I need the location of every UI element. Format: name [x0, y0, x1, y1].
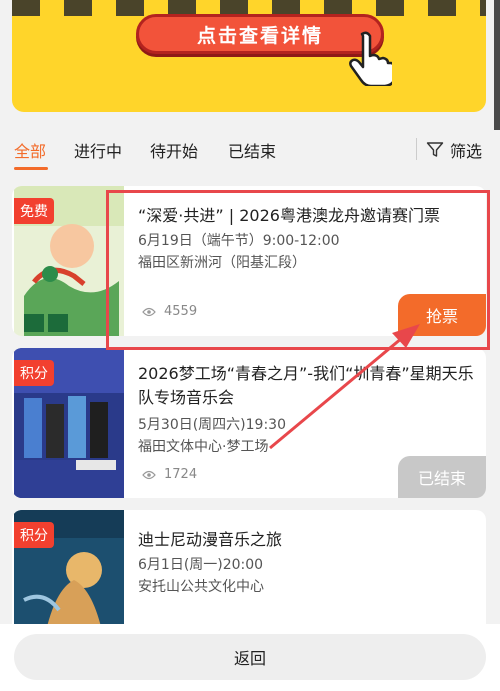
event-poster: 积分 [14, 348, 124, 498]
points-badge: 积分 [14, 360, 54, 386]
filter-button[interactable]: 筛选 [426, 138, 482, 162]
event-date: 5月30日(周四六)19:30 [138, 417, 286, 433]
back-button[interactable]: 返回 [14, 634, 486, 680]
filter-tabs: 全部 进行中 待开始 已结束 筛选 [0, 126, 500, 172]
filter-label: 筛选 [450, 142, 483, 161]
event-venue: 安托山公共文化中心 [138, 579, 264, 595]
event-date: 6月1日(周一)20:00 [138, 557, 264, 573]
ended-button: 已结束 [398, 456, 486, 498]
tab-all[interactable]: 全部 [14, 138, 46, 162]
funnel-icon [426, 142, 444, 157]
banner-edge [494, 0, 500, 130]
free-badge: 免费 [14, 198, 54, 224]
event-title[interactable]: 迪士尼动漫音乐之旅 [138, 528, 478, 552]
highlight-box [106, 190, 490, 350]
event-card[interactable]: 积分 2026梦工场“青春之月”-我们“圳青春”星期天乐队专场音乐会 5月30日… [12, 348, 486, 498]
tab-ongoing[interactable]: 进行中 [74, 138, 122, 162]
view-details-button[interactable]: 点击查看详情 [136, 14, 384, 54]
promo-banner[interactable]: 点击查看详情 [12, 0, 486, 112]
event-title[interactable]: 2026梦工场“青春之月”-我们“圳青春”星期天乐队专场音乐会 [138, 362, 478, 410]
tab-divider [416, 138, 417, 160]
tab-upcoming[interactable]: 待开始 [150, 138, 198, 162]
tab-ended[interactable]: 已结束 [228, 138, 276, 162]
event-venue: 福田文体中心·梦工场 [138, 439, 269, 455]
points-badge: 积分 [14, 522, 54, 548]
event-poster: 积分 [14, 510, 124, 640]
pointing-hand-icon [349, 31, 392, 86]
view-count: 1724 [142, 467, 197, 482]
event-card[interactable]: 积分 迪士尼动漫音乐之旅 6月1日(周一)20:00 安托山公共文化中心 [12, 510, 486, 640]
active-tab-indicator [14, 167, 48, 170]
eye-icon [142, 470, 156, 479]
view-count-value: 1724 [164, 467, 198, 482]
footer-bar: 返回 [0, 624, 500, 691]
